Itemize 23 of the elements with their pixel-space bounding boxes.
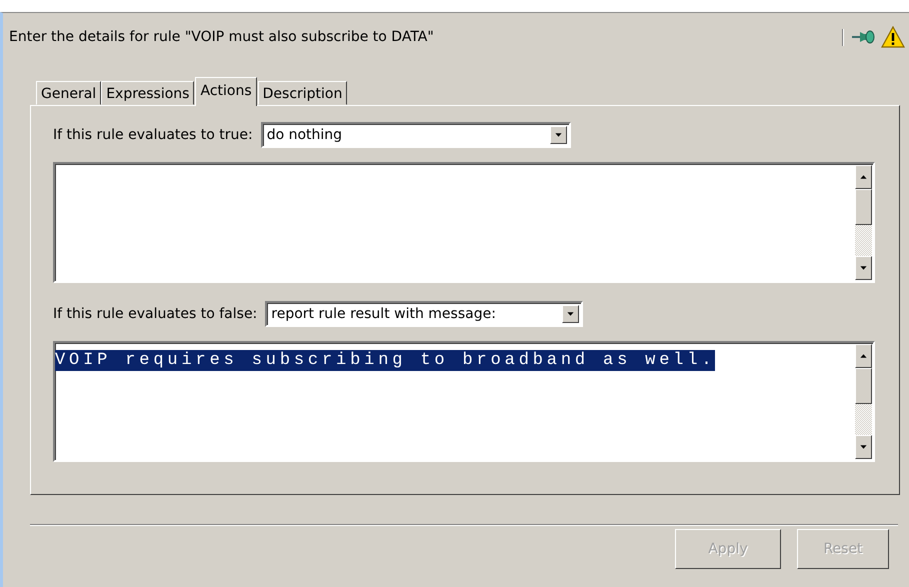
tab[interactable]: Description (258, 81, 348, 105)
scroll-thumb[interactable] (855, 368, 872, 404)
pin-icon[interactable] (851, 28, 875, 46)
scroll-down-icon[interactable] (855, 435, 872, 459)
field-label: If this rule evaluates to true: (53, 127, 253, 143)
dialog-title: Enter the details for rule "VOIP must also subscribe to DATA" (9, 29, 435, 45)
tab[interactable]: Expressions (101, 81, 194, 105)
scroll-down-icon[interactable] (855, 256, 872, 280)
dropdown[interactable]: report rule result with message: (265, 301, 584, 327)
toolbar-separator-icon (842, 27, 845, 47)
field-label: If this rule evaluates to false: (53, 306, 258, 322)
warning-icon (881, 26, 905, 48)
scroll-up-icon[interactable] (855, 165, 872, 189)
scroll-up-icon[interactable] (855, 344, 872, 368)
message-text: VOIP requires subscribing to broadband as well. (55, 350, 716, 371)
scroll-thumb[interactable] (855, 189, 872, 225)
text-area[interactable]: VOIP requires subscribing to broadband as well. (53, 341, 875, 462)
tab[interactable]: General (36, 81, 102, 105)
dropdown[interactable]: do nothing (260, 122, 571, 148)
scrollbar[interactable] (855, 344, 872, 459)
tab[interactable]: Actions (195, 77, 257, 106)
text-area[interactable] (53, 162, 875, 283)
scrollbar[interactable] (855, 165, 872, 280)
